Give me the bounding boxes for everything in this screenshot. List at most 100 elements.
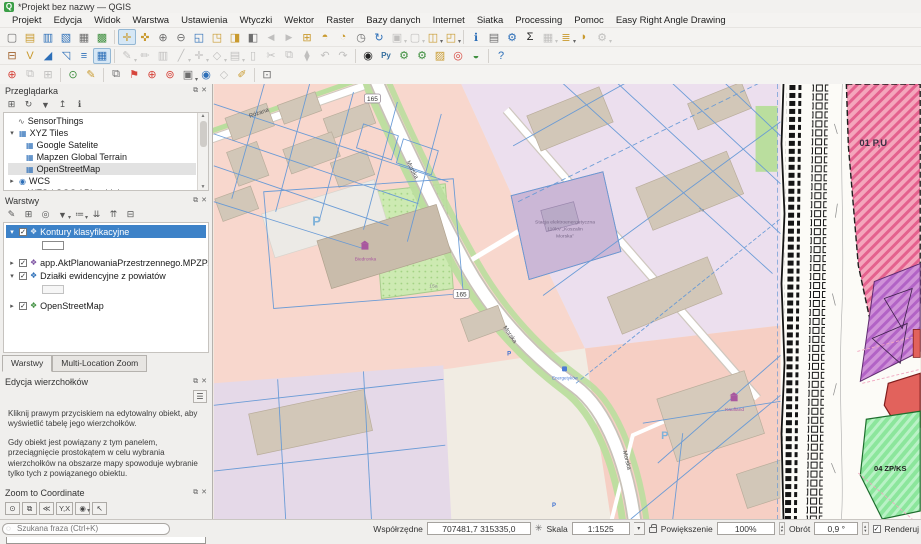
menu-projekt[interactable]: Projekt (6, 15, 48, 26)
layers-close-icon[interactable]: ✕ (201, 196, 207, 205)
rotation-field[interactable]: 0,9 ° (814, 522, 859, 535)
remove-layer-icon[interactable]: ⊟ (123, 208, 138, 221)
vertex-tool-button[interactable]: ◇ (208, 48, 227, 64)
collapse-all-icon[interactable]: ⇈ (106, 208, 121, 221)
quickmap-layers-button[interactable]: ◒ (467, 48, 485, 64)
zc-zoom-button[interactable]: ⊙ (5, 502, 20, 516)
processing-toolbox-button[interactable]: ⚙ (503, 29, 521, 45)
browser-collapse-icon[interactable]: ↥ (55, 98, 70, 111)
menu-internet[interactable]: Internet (427, 15, 471, 26)
menu-pomoc[interactable]: Pomoc (568, 15, 610, 26)
layer-checkbox[interactable]: ✓ (19, 301, 27, 310)
zc-yx-button[interactable]: Y,X (56, 502, 74, 516)
tree-item-sensorthings[interactable]: ∿ SensorThings (8, 115, 196, 127)
browser-refresh-icon[interactable]: ↻ (21, 98, 36, 111)
grayed-tool-button-1[interactable]: ⧉ (21, 67, 39, 83)
grayed-tool-button-2[interactable]: ⊞ (39, 67, 57, 83)
plugin-gear-button-1[interactable]: ⚙ (395, 48, 413, 64)
scale-field[interactable]: 1:1525 (571, 522, 630, 535)
menu-warstwa[interactable]: Warstwa (127, 15, 176, 26)
menu-processing[interactable]: Processing (509, 15, 568, 26)
menu-raster[interactable]: Raster (320, 15, 360, 26)
open-project-button[interactable]: ▤ (21, 29, 39, 45)
paste-features-button[interactable]: ⧫ (298, 48, 316, 64)
refresh-map-button[interactable]: ↻ (370, 29, 388, 45)
zoom-point-button-1[interactable]: ⊕ (143, 67, 161, 83)
filter-legend-icon[interactable]: ▼ (55, 208, 71, 222)
new-map-view-button[interactable]: ⊞ (298, 29, 316, 45)
new-3d-map-view-button[interactable]: ◓ (316, 29, 334, 45)
vertex-float-icon[interactable]: ⧉ (193, 377, 198, 386)
decorations-button[interactable]: ⚙ (593, 29, 612, 46)
scroll-up-icon[interactable]: ▲ (201, 113, 206, 119)
tree-item-wcs[interactable]: ▸ ◉ WCS (8, 175, 196, 187)
menu-siatka[interactable]: Siatka (471, 15, 509, 26)
zc-paste-button[interactable]: ⧉ (22, 502, 37, 516)
deselect-features-button[interactable]: ▢ (406, 29, 425, 46)
menu-easy-right-angle-drawing[interactable]: Easy Right Angle Drawing (610, 15, 732, 26)
add-record-button[interactable]: ⊕ (3, 67, 21, 83)
quick-edit-button[interactable]: ✎ (82, 67, 100, 83)
geolocate-button[interactable]: ◎ (449, 48, 467, 64)
data-source-manager-button[interactable]: ⊟ (3, 48, 21, 64)
expand-all-icon[interactable]: ⇊ (89, 208, 104, 221)
temporal-controller-button[interactable]: ◷ (352, 29, 370, 45)
browser-add-layer-icon[interactable]: ⊞ (4, 98, 19, 111)
expander-open-icon[interactable]: ▾ (8, 129, 16, 137)
add-delimited-text-button[interactable]: ≡ (75, 48, 93, 64)
expander-closed-icon[interactable]: ▸ (8, 302, 16, 310)
browser-scrollbar[interactable]: ▲ ▼ (197, 113, 208, 190)
digitize-button[interactable]: ╱ (172, 48, 191, 64)
vertex-close-icon[interactable]: ✕ (201, 377, 207, 386)
browser-filter-icon[interactable]: ▼ (38, 98, 53, 111)
magnifier-field[interactable]: 100% (716, 522, 775, 535)
layer-checkbox[interactable]: ✓ (19, 271, 27, 280)
tree-item-mapzen-terrain[interactable]: ▦ Mapzen Global Terrain (8, 151, 196, 163)
expander-closed-icon[interactable]: ▸ (8, 177, 16, 185)
labels-toolbar-button[interactable]: ≣ (557, 29, 576, 46)
field-calculator-button[interactable]: ▦ (539, 29, 558, 46)
redo-button[interactable]: ↷ (334, 48, 352, 64)
zoom-coordinate-float-icon[interactable]: ⧉ (193, 488, 198, 497)
browser-float-icon[interactable]: ⧉ (193, 86, 198, 95)
expander-open-icon[interactable]: ▾ (8, 228, 16, 236)
bookmarks-button[interactable]: ◔ (334, 29, 352, 45)
render-checkbox[interactable]: ✓ (872, 524, 881, 533)
menu-wtyczki[interactable]: Wtyczki (234, 15, 279, 26)
osm-place-search-button[interactable]: ◉ (359, 48, 377, 64)
statistical-summary-button[interactable]: Σ (521, 29, 539, 45)
save-layer-edits-button[interactable]: ▥ (154, 48, 172, 64)
map-themes-icon[interactable]: ◎ (38, 208, 53, 221)
move-feature-button[interactable]: ✛ (190, 48, 209, 64)
new-project-button[interactable]: ▢ (3, 29, 21, 45)
help-button[interactable]: ? (492, 48, 510, 64)
map-themes-button[interactable]: ▣ (388, 29, 407, 46)
symbol-swatch[interactable] (42, 284, 64, 294)
globe-tool-button[interactable]: ◉ (197, 67, 215, 83)
search-layers-button[interactable]: ⊙ (64, 67, 82, 83)
delete-selected-button[interactable]: ▯ (244, 48, 262, 64)
zoom-coordinate-close-icon[interactable]: ✕ (201, 488, 207, 497)
current-edits-button[interactable]: ✎ (118, 48, 137, 64)
zoom-next-button[interactable]: ▶ (280, 29, 298, 45)
add-vector-layer-button[interactable]: V (21, 48, 39, 64)
expander-open-icon[interactable]: ▾ (8, 272, 16, 280)
select-features-button[interactable]: ◫ (424, 29, 443, 46)
pan-map-button[interactable]: ✛ (118, 29, 136, 45)
tree-item-google-satelite[interactable]: ▦ Google Satelite (8, 139, 196, 151)
layer-row-dzialki[interactable]: ▾ ✓ ❖ Działki ewidencyjne z powiatów (6, 269, 206, 282)
scale-dropdown-button[interactable]: ▾ (633, 522, 645, 535)
layer-checkbox[interactable]: ✓ (19, 227, 27, 236)
menu-widok[interactable]: Widok (88, 15, 126, 26)
zoom-to-layer-button[interactable]: ◧ (244, 29, 262, 45)
layer-row-kontury[interactable]: ▾ ✓ ❖ Kontury klasyfikacyjne (6, 225, 206, 238)
layer-styling-icon[interactable]: ✎ (4, 208, 19, 221)
layers-float-icon[interactable]: ⧉ (193, 196, 198, 205)
add-virtual-layer-button[interactable]: ▦ (93, 47, 111, 64)
cut-features-button[interactable]: ✂ (262, 48, 280, 64)
new-print-layout-button[interactable]: ▦ (75, 29, 93, 45)
menu-wektor[interactable]: Wektor (278, 15, 320, 26)
add-raster-layer-button[interactable]: ◢ (39, 48, 57, 64)
toggle-editing-button[interactable]: ✏ (136, 48, 154, 64)
copy-style-button[interactable]: ⧉ (107, 67, 125, 83)
